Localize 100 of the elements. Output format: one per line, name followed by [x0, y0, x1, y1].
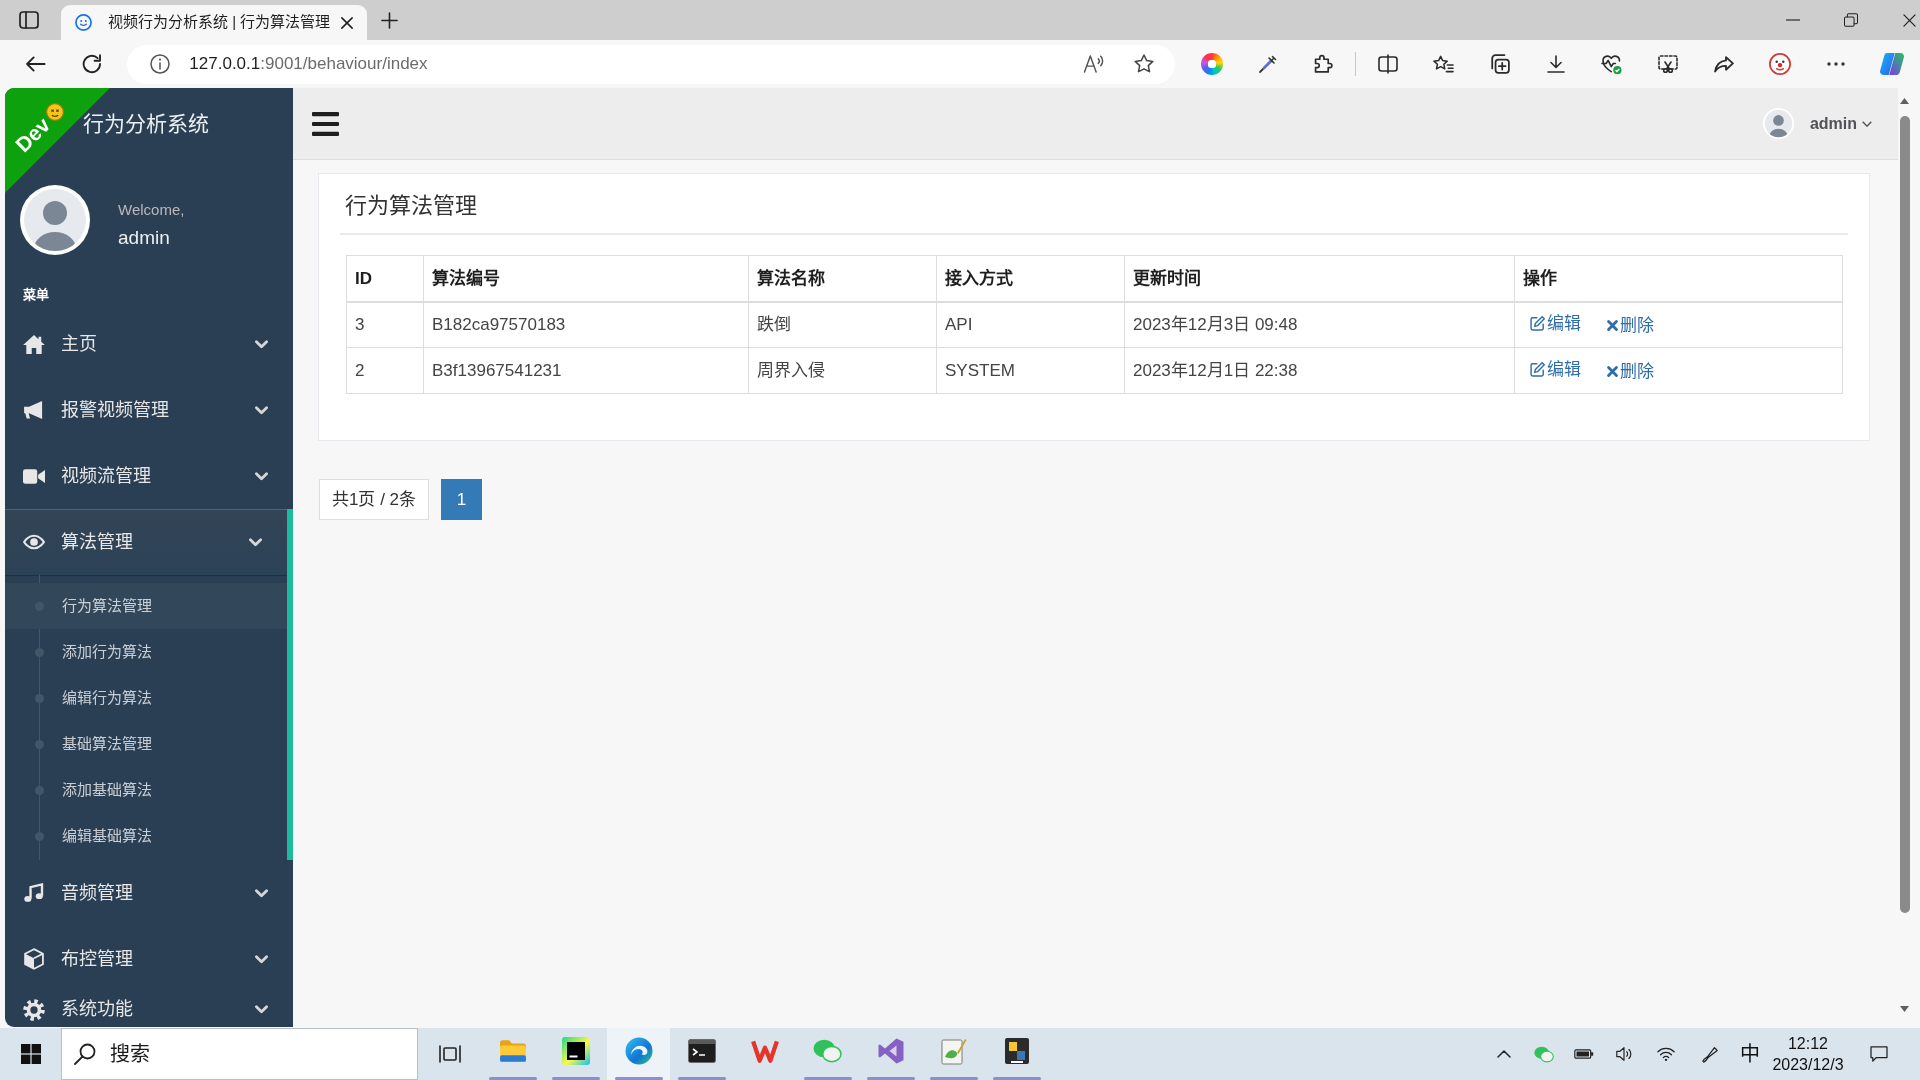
edit-link[interactable]: 编辑 [1530, 356, 1581, 383]
chevron-up-icon[interactable] [1497, 1050, 1511, 1058]
table-cell: 2023年12月3日 09:48 [1124, 301, 1515, 348]
sidebar-menu-item[interactable]: 系统功能 [5, 992, 293, 1027]
column-header: 接入方式 [936, 255, 1125, 302]
chevron-down-icon [255, 471, 268, 481]
page-button[interactable]: 1 [441, 479, 483, 520]
cross-icon [1607, 320, 1618, 332]
chevron-down-icon [255, 888, 268, 898]
scroll-down-icon[interactable] [1900, 1006, 1909, 1012]
ime-indicator[interactable]: 中 [1740, 1039, 1760, 1069]
delete-link[interactable]: 删除 [1607, 358, 1654, 385]
copilot-icon[interactable] [1880, 52, 1904, 76]
table-cell: 2023年12月1日 22:38 [1124, 347, 1515, 394]
sidebar-menu-item[interactable]: 主页 [5, 311, 293, 377]
syringe-icon[interactable] [1258, 54, 1278, 74]
scrollbar-thumb[interactable] [1900, 116, 1910, 913]
collections-icon[interactable] [1490, 54, 1510, 74]
pen-icon[interactable] [1701, 1045, 1719, 1063]
eye-icon [23, 534, 45, 550]
user-menu[interactable]: admin [1762, 108, 1872, 139]
swirl-icon [624, 1037, 653, 1065]
smiley-icon[interactable] [1769, 53, 1791, 75]
download-icon[interactable] [1547, 55, 1565, 73]
share-icon[interactable] [1714, 55, 1734, 73]
scroll-up-icon[interactable] [1900, 98, 1909, 104]
sidebar-menu-item[interactable]: 报警视频管理 [5, 377, 293, 443]
more-icon[interactable] [1827, 62, 1845, 66]
avatar-icon [20, 185, 90, 255]
gradient-tile-icon [561, 1037, 590, 1065]
address-field[interactable]: 127.0.0.1:9001/behaviour/index [127, 44, 1175, 84]
edit-icon [1530, 361, 1545, 377]
split-screen-icon[interactable] [1378, 54, 1398, 74]
sidebar-menu-item[interactable]: 布控管理 [5, 926, 293, 992]
browser-tab[interactable]: 视频行为分析系统 | 行为算法管理 [61, 5, 367, 40]
notepad-icon [940, 1037, 967, 1065]
submenu-item[interactable]: 基础算法管理 [5, 721, 287, 767]
user-name: admin [118, 226, 171, 250]
close-icon[interactable] [341, 16, 353, 29]
edit-link[interactable]: 编辑 [1530, 310, 1581, 337]
bullet-icon [35, 739, 44, 749]
submenu-item[interactable]: 编辑行为算法 [5, 675, 287, 721]
submenu-item[interactable]: 编辑基础算法 [5, 813, 287, 859]
sidebar-menu-item[interactable]: 视频流管理 [5, 443, 293, 509]
column-header: 操作 [1514, 255, 1843, 302]
table-cell: 3 [346, 301, 424, 348]
refresh-icon[interactable] [81, 54, 102, 74]
close-icon[interactable] [1903, 13, 1916, 27]
welcome-text: Welcome, [118, 200, 185, 220]
info-icon[interactable] [150, 54, 171, 74]
restore-icon[interactable] [1844, 13, 1858, 27]
bullet-icon [35, 831, 44, 841]
table-cell: B182ca97570183 [423, 301, 749, 348]
table-cell: 2 [346, 347, 424, 394]
submenu-item[interactable]: 添加行为算法 [5, 629, 287, 675]
column-header: 算法编号 [423, 255, 749, 302]
search-field[interactable]: 搜索 [61, 1028, 418, 1080]
sidebar-menu-item[interactable]: 音频管理 [5, 860, 293, 926]
table-cell: 跌倒 [748, 301, 937, 348]
cross-icon [1607, 365, 1618, 377]
chevron-down-icon [255, 339, 268, 349]
delete-link[interactable]: 删除 [1607, 312, 1654, 339]
avatar-icon [1762, 108, 1794, 139]
color-wheel-icon[interactable] [1201, 53, 1223, 75]
chat-bubbles-icon [813, 1039, 842, 1063]
megaphone-icon [23, 401, 45, 419]
table-cell: SYSTEM [936, 347, 1125, 394]
puzzle-icon[interactable] [1314, 54, 1334, 74]
zigzag-logo-icon [750, 1039, 779, 1063]
windows-logo-icon[interactable] [20, 1044, 41, 1064]
screenshot-icon[interactable] [1658, 54, 1678, 74]
notification-icon[interactable] [1870, 1046, 1888, 1062]
column-header: ID [346, 255, 424, 302]
app-title: 行为分析系统 [83, 112, 209, 136]
tab-actions-icon[interactable] [19, 11, 39, 29]
wifi-icon[interactable] [1657, 1046, 1675, 1062]
clock-date[interactable]: 2023/12/3 [1772, 1054, 1844, 1075]
submenu-item[interactable]: 行为算法管理 [5, 583, 287, 629]
sidebar-menu-item[interactable]: 算法管理 [5, 509, 287, 575]
back-icon[interactable] [26, 56, 46, 72]
new-tab-icon[interactable] [381, 11, 398, 29]
star-icon[interactable] [1134, 54, 1154, 74]
read-aloud-icon[interactable] [1083, 55, 1104, 73]
submenu-item[interactable]: 添加基础算法 [5, 767, 287, 813]
speaker-icon[interactable] [1615, 1046, 1633, 1062]
menu-heading: 菜单 [23, 286, 49, 304]
task-view-icon[interactable] [438, 1045, 461, 1063]
battery-icon[interactable] [1574, 1048, 1594, 1060]
bullet-icon [35, 647, 44, 657]
clock-time[interactable]: 12:12 [1787, 1033, 1828, 1054]
column-header: 算法名称 [748, 255, 937, 302]
menu-icon[interactable] [312, 111, 339, 136]
search-icon [74, 1043, 96, 1065]
terminal-icon [687, 1039, 716, 1063]
caret-icon [1862, 120, 1872, 127]
bullet-icon [35, 785, 44, 795]
chevron-down-icon [255, 1005, 268, 1014]
chevron-down-icon [255, 405, 268, 415]
favorites-icon[interactable] [1433, 55, 1455, 73]
heart-pulse-icon[interactable] [1601, 53, 1623, 75]
